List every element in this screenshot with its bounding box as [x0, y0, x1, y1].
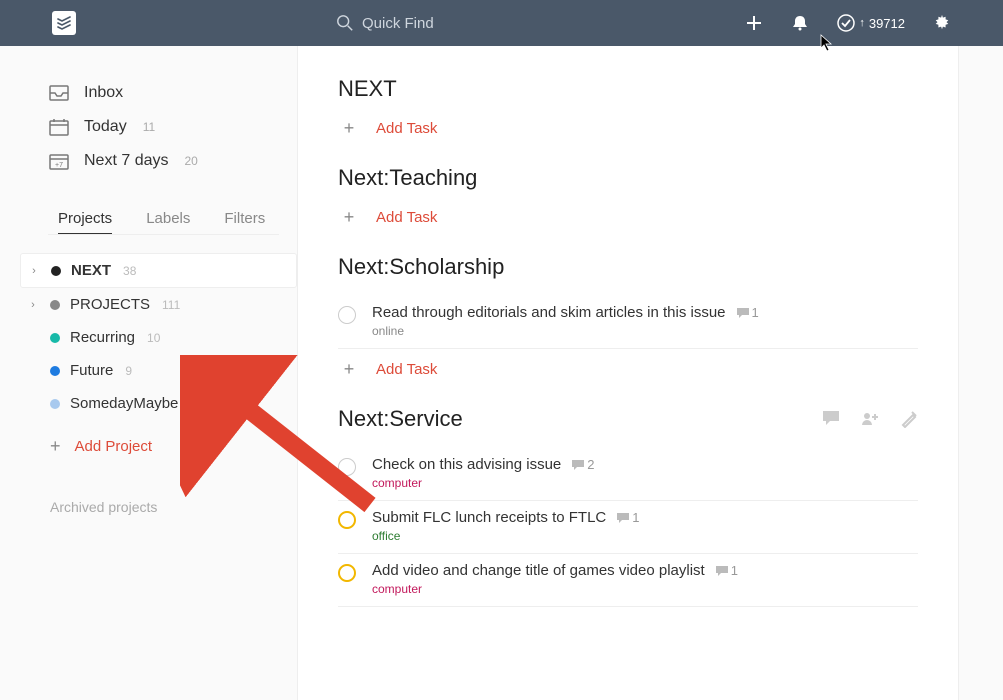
section: Next:Service Check on this advising issue… [338, 406, 918, 607]
nav-count: 11 [143, 120, 155, 134]
nav-label: Inbox [84, 84, 123, 102]
plus-icon: + [340, 207, 358, 228]
section-title: Next:Scholarship [338, 254, 918, 280]
search-input[interactable] [362, 15, 562, 32]
project-item[interactable]: SomedayMaybe 34 [20, 387, 297, 420]
task-checkbox[interactable] [338, 306, 356, 324]
task-title: Add video and change title of games vide… [372, 562, 705, 579]
share-icon[interactable] [860, 410, 880, 428]
next7-icon: +7 [48, 152, 70, 170]
archived-projects-link[interactable]: Archived projects [0, 499, 297, 515]
tools-icon[interactable] [900, 410, 918, 428]
section: NEXT + Add Task [338, 76, 918, 139]
section-title: Next:Service [338, 406, 918, 432]
task-tag[interactable]: office [372, 529, 918, 543]
section-actions [822, 410, 918, 428]
nav-label: Today [84, 118, 127, 136]
project-name: PROJECTS [70, 296, 150, 313]
nav-today[interactable]: Today 11 [0, 110, 297, 144]
notifications-icon[interactable] [791, 14, 809, 32]
plus-icon: + [340, 359, 358, 380]
search-field[interactable] [336, 14, 562, 32]
task-item[interactable]: Check on this advising issue 2 computer [338, 448, 918, 501]
add-task-button[interactable]: + Add Task [338, 118, 918, 139]
sidebar-tabs: Projects Labels Filters [0, 190, 297, 234]
task-checkbox[interactable] [338, 564, 356, 582]
project-name: NEXT [71, 262, 111, 279]
project-color-dot [50, 399, 60, 409]
task-item[interactable]: Submit FLC lunch receipts to FTLC 1 office [338, 501, 918, 554]
add-project-button[interactable]: + Add Project [0, 436, 297, 457]
karma-up-icon: ↑ [859, 17, 865, 29]
task-tag[interactable]: computer [372, 476, 918, 490]
project-name: Recurring [70, 329, 135, 346]
task-tag[interactable]: online [372, 324, 918, 338]
project-count: 10 [147, 331, 160, 345]
task-title: Read through editorials and skim article… [372, 304, 726, 321]
add-task-icon[interactable] [745, 14, 763, 32]
add-task-label: Add Task [376, 361, 437, 378]
task-checkbox[interactable] [338, 458, 356, 476]
comment-icon[interactable] [822, 410, 840, 428]
sidebar: Inbox Today 11 +7 Next 7 days 20 Project… [0, 46, 298, 700]
tab-filters[interactable]: Filters [224, 210, 265, 234]
task-comment-count[interactable]: 1 [616, 510, 639, 525]
nav-inbox[interactable]: Inbox [0, 76, 297, 110]
add-task-button[interactable]: + Add Task [338, 359, 918, 380]
add-task-label: Add Task [376, 209, 437, 226]
section-title: NEXT [338, 76, 918, 102]
task-title: Submit FLC lunch receipts to FTLC [372, 509, 606, 526]
project-name: Future [70, 362, 113, 379]
nav-count: 20 [184, 154, 197, 168]
add-project-label: Add Project [75, 438, 153, 455]
tab-projects[interactable]: Projects [58, 210, 112, 234]
search-icon [336, 14, 354, 32]
task-item[interactable]: Read through editorials and skim article… [338, 296, 918, 349]
project-count: 9 [125, 364, 132, 378]
project-item[interactable]: Recurring 10 [20, 321, 297, 354]
section: Next:Scholarship Read through editorials … [338, 254, 918, 380]
task-tag[interactable]: computer [372, 582, 918, 596]
svg-text:+7: +7 [55, 162, 63, 169]
project-color-dot [50, 300, 60, 310]
project-list: › NEXT 38 › PROJECTS 111 Recurring 10 Future 9 Som… [0, 253, 297, 420]
nav-label: Next 7 days [84, 152, 168, 170]
project-color-dot [50, 366, 60, 376]
chevron-right-icon[interactable]: › [26, 299, 40, 311]
task-item[interactable]: Add video and change title of games vide… [338, 554, 918, 607]
section: Next:Teaching + Add Task [338, 165, 918, 228]
settings-icon[interactable] [933, 14, 951, 32]
main-content: NEXT+Add TaskNext:Teaching+Add TaskNext:… [298, 46, 959, 700]
app-logo[interactable] [52, 11, 76, 35]
task-comment-count[interactable]: 1 [736, 305, 759, 320]
inbox-icon [48, 85, 70, 101]
project-item[interactable]: › NEXT 38 [20, 253, 297, 288]
section-title: Next:Teaching [338, 165, 918, 191]
chevron-right-icon[interactable]: › [27, 265, 41, 277]
task-comment-count[interactable]: 1 [715, 563, 738, 578]
project-item[interactable]: › PROJECTS 111 [20, 288, 297, 321]
karma-display[interactable]: ↑ 39712 [837, 14, 905, 32]
project-color-dot [50, 333, 60, 343]
project-count: 111 [162, 298, 180, 312]
add-task-label: Add Task [376, 120, 437, 137]
project-count: 38 [123, 264, 136, 278]
project-count: 34 [190, 397, 203, 411]
plus-icon: + [340, 118, 358, 139]
tab-labels[interactable]: Labels [146, 210, 190, 234]
nav-next7[interactable]: +7 Next 7 days 20 [0, 144, 297, 178]
today-icon [48, 118, 70, 136]
plus-icon: + [50, 436, 61, 457]
karma-value: 39712 [869, 16, 905, 31]
karma-icon [837, 14, 855, 32]
task-title: Check on this advising issue [372, 456, 561, 473]
task-checkbox[interactable] [338, 511, 356, 529]
project-color-dot [51, 266, 61, 276]
task-comment-count[interactable]: 2 [571, 457, 594, 472]
project-item[interactable]: Future 9 [20, 354, 297, 387]
project-name: SomedayMaybe [70, 395, 178, 412]
add-task-button[interactable]: + Add Task [338, 207, 918, 228]
